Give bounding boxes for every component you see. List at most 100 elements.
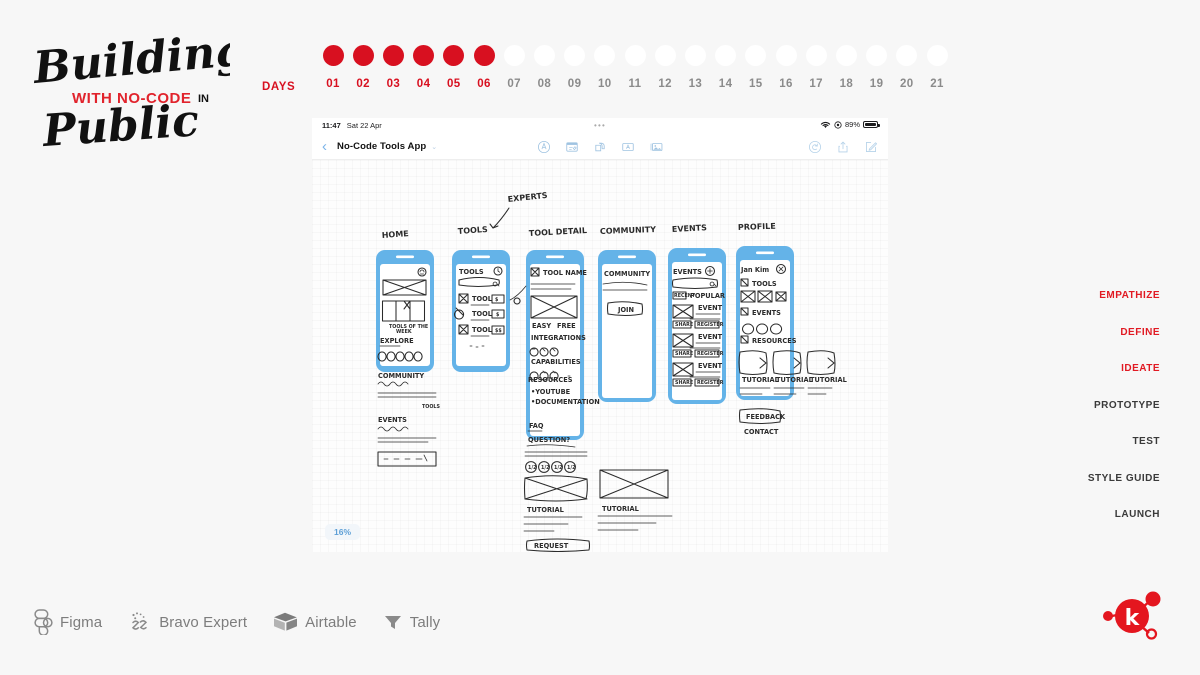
back-chevron-icon[interactable]: ‹ xyxy=(322,139,327,154)
day-09[interactable]: 09 xyxy=(560,45,590,90)
tool-airtable[interactable]: Airtable xyxy=(273,611,357,633)
sketch-canvas[interactable]: .ink { stroke:#2b2b2b; stroke-width:1.05… xyxy=(312,160,888,552)
svg-text:EVENTS: EVENTS xyxy=(673,268,702,276)
svg-text:REGISTER: REGISTER xyxy=(697,380,724,386)
day-dot xyxy=(684,45,706,66)
day-number: 14 xyxy=(718,78,733,90)
day-13[interactable]: 13 xyxy=(680,45,710,90)
process-step-empathize[interactable]: EMPATHIZE xyxy=(1020,290,1160,301)
tally-icon xyxy=(384,616,401,629)
day-dot xyxy=(715,45,737,66)
day-18[interactable]: 18 xyxy=(831,45,861,90)
undo-icon[interactable] xyxy=(808,140,822,154)
process-step-launch[interactable]: LAUNCH xyxy=(1020,509,1160,520)
day-08[interactable]: 08 xyxy=(529,45,559,90)
day-dot xyxy=(352,45,374,66)
day-03[interactable]: 03 xyxy=(378,45,408,90)
day-16[interactable]: 16 xyxy=(771,45,801,90)
day-dot xyxy=(866,45,888,66)
day-number: 15 xyxy=(749,78,763,90)
day-dot xyxy=(473,45,495,66)
svg-text:TOOLS: TOOLS xyxy=(458,225,489,236)
day-21[interactable]: 21 xyxy=(922,45,952,90)
day-dot xyxy=(382,45,404,66)
day-05[interactable]: 05 xyxy=(439,45,469,90)
lock-orientation-icon xyxy=(834,120,842,129)
brand-logo: k xyxy=(1100,589,1166,643)
status-left: 11:47 Sat 22 Apr xyxy=(322,121,382,130)
svg-text:FREE: FREE xyxy=(557,322,576,330)
process-step-ideate[interactable]: IDEATE xyxy=(1020,363,1160,374)
svg-text:TUTORIAL: TUTORIAL xyxy=(810,376,848,384)
process-step-test[interactable]: TEST xyxy=(1020,436,1160,447)
figma-icon xyxy=(34,609,53,635)
svg-text:QUESTION?: QUESTION? xyxy=(528,436,570,444)
tool-bravo-expert[interactable]: Bravo Expert xyxy=(128,610,247,634)
ipad-toolbar: ‹ No-Code Tools App ⌄ xyxy=(312,134,888,160)
day-07[interactable]: 07 xyxy=(499,45,529,90)
day-10[interactable]: 10 xyxy=(590,45,620,90)
svg-text:CAPABILITIES: CAPABILITIES xyxy=(531,358,581,366)
day-01[interactable]: 01 xyxy=(318,45,348,90)
svg-text:1/2: 1/2 xyxy=(567,465,575,471)
day-number: 01 xyxy=(326,78,340,90)
sticky-note-icon[interactable] xyxy=(565,140,579,154)
svg-text:$$: $$ xyxy=(495,328,502,334)
svg-text:TOOL DETAIL: TOOL DETAIL xyxy=(529,226,588,238)
annotation-resources: RESOURCES •YOUTUBE •DOCUMENTATION FAQ QU… xyxy=(523,376,673,552)
process-step-prototype[interactable]: PROTOTYPE xyxy=(1020,400,1160,411)
svg-text:EXPERTS: EXPERTS xyxy=(507,191,548,204)
multitask-handle[interactable]: ••• xyxy=(594,121,606,130)
chevron-down-icon[interactable]: ⌄ xyxy=(431,143,437,151)
day-11[interactable]: 11 xyxy=(620,45,650,90)
day-number: 12 xyxy=(658,78,672,90)
tool-tally[interactable]: Tally xyxy=(383,612,441,632)
svg-text:TOOLS: TOOLS xyxy=(459,268,484,276)
process-step-style-guide[interactable]: STYLE GUIDE xyxy=(1020,473,1160,484)
day-06[interactable]: 06 xyxy=(469,45,499,90)
day-dot xyxy=(896,45,918,66)
tool-figma[interactable]: Figma xyxy=(34,609,102,635)
svg-text:TOOL: TOOL xyxy=(472,310,493,318)
svg-text:EVENT: EVENT xyxy=(698,304,723,312)
annotation-experts: EXPERTS xyxy=(489,191,548,229)
day-19[interactable]: 19 xyxy=(862,45,892,90)
day-number: 08 xyxy=(537,78,552,90)
svg-text:TOOL: TOOL xyxy=(472,326,493,334)
day-17[interactable]: 17 xyxy=(801,45,831,90)
svg-text:TOOL: TOOL xyxy=(472,295,493,303)
day-20[interactable]: 20 xyxy=(892,45,922,90)
tool-label: Bravo Expert xyxy=(159,613,248,631)
document-title[interactable]: No-Code Tools App xyxy=(337,141,426,152)
shapes-icon[interactable] xyxy=(593,140,607,154)
svg-text:TOOLS: TOOLS xyxy=(752,280,777,288)
battery-percent: 89% xyxy=(844,120,860,129)
day-14[interactable]: 14 xyxy=(711,45,741,90)
svg-text:SHARE: SHARE xyxy=(675,322,693,328)
day-15[interactable]: 15 xyxy=(741,45,771,90)
design-process-list: EMPATHIZE DEFINE IDEATE PROTOTYPE TEST STYLE … xyxy=(1020,290,1160,546)
svg-text:EXPLORE: EXPLORE xyxy=(380,337,414,345)
text-box-icon[interactable] xyxy=(621,140,635,154)
markup-pen-icon[interactable] xyxy=(537,140,551,154)
day-04[interactable]: 04 xyxy=(409,45,439,90)
screen-events: EVENTS EVENTS RECENT POPULAR EVENT SHARE… xyxy=(668,223,726,404)
svg-text:•YOUTUBE: •YOUTUBE xyxy=(531,388,571,396)
day-number: 09 xyxy=(567,78,582,90)
process-container: EMPATHIZE DEFINE IDEATE PROTOTYPE TEST STYLE … xyxy=(1020,290,1160,520)
day-number: 10 xyxy=(598,78,612,90)
battery-icon xyxy=(863,120,880,129)
day-12[interactable]: 12 xyxy=(650,45,680,90)
day-02[interactable]: 02 xyxy=(348,45,378,90)
zoom-level-badge[interactable]: 16% xyxy=(325,524,361,540)
day-number: 17 xyxy=(809,78,823,90)
day-dot xyxy=(533,45,555,66)
svg-text:TUTORIAL: TUTORIAL xyxy=(602,505,640,513)
share-icon[interactable] xyxy=(836,140,850,154)
photo-icon[interactable] xyxy=(649,140,663,154)
status-right: 89% xyxy=(820,120,880,129)
svg-text:REGISTER: REGISTER xyxy=(697,351,724,357)
compose-icon[interactable] xyxy=(864,140,878,154)
process-step-define[interactable]: DEFINE xyxy=(1020,327,1160,338)
status-date: Sat 22 Apr xyxy=(346,121,382,130)
